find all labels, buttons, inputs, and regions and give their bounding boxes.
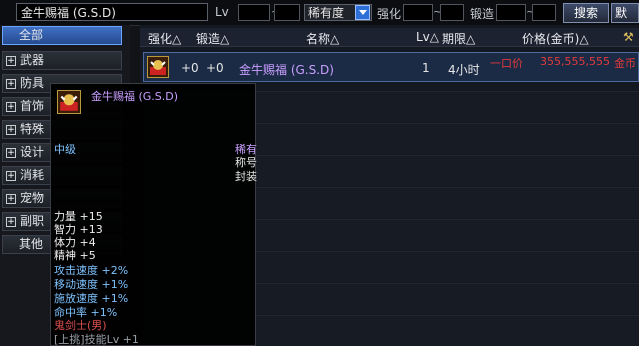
sidebar-item-label: 全部 — [19, 28, 44, 42]
search-input[interactable]: 金牛赐福 (G.S.D) — [16, 3, 208, 21]
sidebar-item-label: 特殊 — [20, 122, 45, 136]
table-row[interactable]: +0 +0 金牛赐福 (G.S.D) 1 4小时 一口价 355,555,555… — [143, 52, 639, 82]
stat-line: 体力 +4 — [54, 236, 96, 249]
row-price-type: 一口价 — [490, 57, 523, 70]
row-lv: 1 — [422, 61, 430, 75]
sidebar-item-label: 其他 — [19, 237, 44, 251]
tooltip-rarity: 稀有 — [235, 143, 257, 156]
col-price[interactable]: 价格(金币)△ — [522, 30, 589, 47]
bonus-line: 移动速度 +1% — [54, 278, 129, 291]
expand-plus-icon[interactable]: + — [6, 217, 16, 227]
search-toolbar: 金牛赐福 (G.S.D) Lv ~ 稀有度 强化 ~ 锻造 ~ 搜索 默认 — [0, 0, 639, 26]
bull-title-icon — [57, 90, 81, 114]
item-tooltip: 金牛赐福 (G.S.D) 中级 稀有 称号 封装 力量 +15 智力 +13 体… — [50, 83, 257, 346]
forge-min-input[interactable] — [496, 4, 526, 21]
lv-max-input[interactable] — [274, 4, 300, 21]
lv-label: Lv — [215, 5, 229, 19]
expand-plus-icon[interactable]: + — [6, 171, 16, 181]
sidebar-item-label: 防具 — [20, 76, 45, 90]
enhance-min-input[interactable] — [403, 4, 433, 21]
expand-plus-icon[interactable]: + — [6, 79, 16, 89]
chevron-down-icon[interactable] — [355, 5, 370, 20]
expand-plus-icon[interactable]: + — [6, 102, 16, 112]
stat-line: 精神 +5 — [54, 249, 96, 262]
row-limit: 4小时 — [448, 63, 480, 77]
sidebar-item-label: 武器 — [20, 53, 45, 67]
enhance-label: 强化 — [377, 7, 402, 21]
tooltip-bind: 封装 — [235, 170, 257, 183]
row-currency: 金币 — [614, 57, 636, 70]
tooltip-item-name: 金牛赐福 (G.S.D) — [91, 90, 179, 103]
sidebar-item-label: 消耗 — [20, 168, 45, 182]
sidebar-item-label: 设计 — [20, 145, 45, 159]
expand-plus-icon[interactable]: + — [6, 56, 16, 66]
expand-plus-icon[interactable]: + — [6, 148, 16, 158]
stat-line: 智力 +13 — [54, 223, 103, 236]
tooltip-grade: 中级 — [54, 143, 76, 156]
col-enhance[interactable]: 强化△ — [148, 30, 181, 47]
col-name[interactable]: 名称△ — [306, 30, 339, 47]
bull-title-icon — [147, 56, 169, 78]
stat-line: 力量 +15 — [54, 210, 103, 223]
hammer-icon[interactable]: ⚒ — [623, 30, 634, 44]
row-forge: +0 — [206, 61, 224, 75]
enhance-max-input[interactable] — [440, 4, 464, 21]
row-name: 金牛赐福 (G.S.D) — [239, 63, 334, 77]
bonus-line: 命中率 +1% — [54, 306, 118, 319]
sidebar-item-label: 宠物 — [20, 191, 45, 205]
col-lv[interactable]: Lv△ — [416, 30, 439, 44]
sidebar-item-all[interactable]: 全部 — [2, 26, 122, 45]
sidebar-item-label: 首饰 — [20, 99, 45, 113]
bonus-line: 攻击速度 +2% — [54, 264, 129, 277]
col-forge[interactable]: 锻造△ — [196, 30, 229, 47]
expand-plus-icon[interactable]: + — [6, 194, 16, 204]
row-enhance: +0 — [181, 61, 199, 75]
search-button[interactable]: 搜索 — [563, 3, 609, 23]
expand-plus-icon[interactable]: + — [6, 125, 16, 135]
tooltip-skill: [上挑]技能Lv +1 — [54, 333, 139, 346]
forge-label: 锻造 — [470, 7, 495, 21]
col-limit[interactable]: 期限△ — [442, 30, 475, 47]
bonus-line: 施放速度 +1% — [54, 292, 129, 305]
table-header: 强化△ 锻造△ 名称△ Lv△ 期限△ 价格(金币)△ ⚒ — [140, 28, 639, 47]
tooltip-class-req: 鬼剑士(男) — [54, 319, 107, 332]
lv-min-input[interactable] — [238, 4, 270, 21]
row-price: 355,555,555 — [540, 55, 610, 68]
default-button[interactable]: 默认 — [611, 3, 639, 23]
sidebar-item-label: 副职 — [20, 214, 45, 228]
forge-max-input[interactable] — [532, 4, 556, 21]
sidebar-item-weapon[interactable]: + 武器 — [2, 51, 122, 70]
tooltip-type: 称号 — [235, 156, 257, 169]
